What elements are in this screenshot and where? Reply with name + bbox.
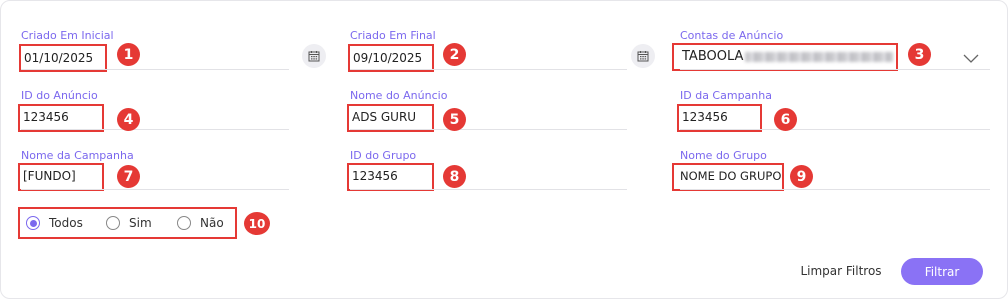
group-id-label: ID do Grupo	[350, 149, 417, 162]
ad-accounts-field[interactable]: Contas de Anúncio TABOOLA	[672, 29, 990, 71]
created-end-field[interactable]: Criado Em Final 09/10/2025	[348, 29, 627, 72]
radio-circle[interactable]	[106, 216, 120, 230]
filter-button[interactable]: Filtrar	[901, 258, 983, 285]
group-name-field[interactable]: Nome do Grupo NOME DO GRUPO	[672, 149, 990, 191]
annotation-badge-9: 9	[790, 165, 813, 188]
annotation-badge-4: 4	[117, 108, 140, 131]
annotation-badge-8: 8	[443, 165, 466, 188]
calendar-icon	[637, 51, 649, 62]
group-id-underline	[350, 189, 627, 190]
filter-card: Criado Em Inicial 01/10/2025 1 Criado Em…	[0, 0, 1008, 299]
group-id-input[interactable]: 123456	[347, 163, 434, 191]
annotation-badge-3: 3	[908, 43, 931, 66]
campaign-name-label: Nome da Campanha	[21, 149, 134, 162]
ad-id-field[interactable]: ID do Anúncio 123456	[18, 89, 289, 132]
radio-todos-label: Todos	[49, 216, 83, 230]
ad-id-label: ID do Anúncio	[21, 89, 98, 102]
calendar-icon	[308, 51, 320, 62]
calendar-end-button[interactable]	[631, 44, 655, 68]
created-end-underline	[350, 69, 627, 70]
annotation-badge-10: 10	[244, 212, 270, 235]
annotation-badge-2: 2	[443, 43, 466, 66]
chevron-down-icon[interactable]	[963, 54, 979, 64]
radio-nao-label: Não	[200, 216, 224, 230]
ad-name-label: Nome do Anúncio	[350, 89, 448, 102]
created-end-label: Criado Em Final	[350, 29, 436, 42]
ad-name-field[interactable]: Nome do Anúncio ADS GURU	[347, 89, 627, 132]
radio-sim-label: Sim	[129, 216, 152, 230]
status-radio-group: Todos Sim Não	[18, 207, 237, 239]
calendar-start-button[interactable]	[302, 44, 326, 68]
ad-id-input[interactable]: 123456	[18, 104, 104, 132]
group-id-field[interactable]: ID do Grupo 123456	[347, 149, 627, 191]
created-start-field[interactable]: Criado Em Inicial 01/10/2025	[19, 29, 289, 72]
ad-name-underline	[350, 129, 627, 130]
radio-circle[interactable]	[177, 216, 191, 230]
ad-id-underline	[21, 129, 289, 130]
campaign-id-underline	[680, 129, 990, 130]
created-end-input[interactable]: 09/10/2025	[348, 44, 434, 72]
group-name-underline	[680, 189, 990, 190]
redacted-text	[745, 51, 894, 62]
ad-name-input[interactable]: ADS GURU	[347, 104, 434, 132]
created-start-label: Criado Em Inicial	[21, 29, 114, 42]
ad-accounts-underline	[680, 69, 990, 70]
annotation-badge-6: 6	[774, 108, 797, 131]
created-start-underline	[21, 69, 289, 70]
campaign-id-label: ID da Campanha	[680, 89, 772, 102]
ad-accounts-select[interactable]: TABOOLA	[672, 43, 898, 71]
annotation-badge-7: 7	[117, 165, 140, 188]
ad-accounts-label: Contas de Anúncio	[680, 29, 784, 42]
campaign-name-input[interactable]: [FUNDO]	[18, 163, 104, 191]
group-name-input[interactable]: NOME DO GRUPO	[672, 163, 784, 191]
group-name-label: Nome do Grupo	[680, 149, 767, 162]
radio-sim[interactable]: Sim	[106, 216, 152, 230]
annotation-badge-5: 5	[443, 108, 466, 131]
campaign-name-underline	[21, 189, 289, 190]
campaign-id-input[interactable]: 123456	[677, 104, 762, 132]
annotation-badge-1: 1	[117, 43, 140, 66]
clear-filters-button[interactable]: Limpar Filtros	[796, 259, 886, 283]
campaign-name-field[interactable]: Nome da Campanha [FUNDO]	[18, 149, 289, 191]
campaign-id-field[interactable]: ID da Campanha 123456	[677, 89, 990, 132]
ad-accounts-value: TABOOLA	[682, 49, 744, 64]
radio-nao[interactable]: Não	[177, 216, 224, 230]
radio-todos[interactable]: Todos	[26, 216, 83, 230]
radio-circle-selected[interactable]	[26, 216, 40, 230]
created-start-input[interactable]: 01/10/2025	[19, 44, 107, 72]
